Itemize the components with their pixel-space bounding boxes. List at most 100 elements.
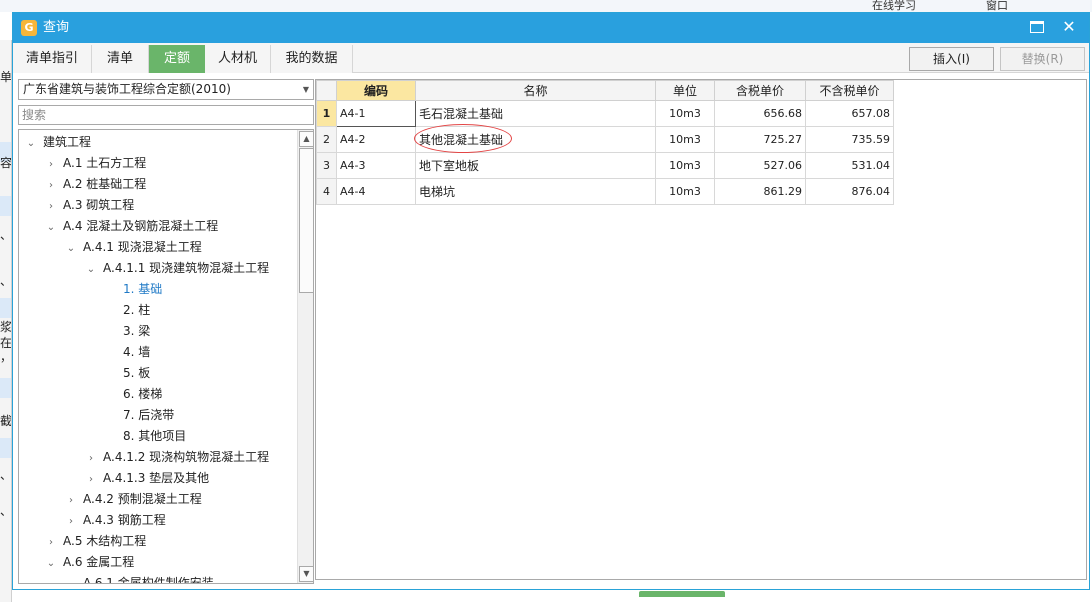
tree-node-label: 3. 梁 xyxy=(123,324,151,338)
row-number[interactable]: 3 xyxy=(316,152,337,179)
tree-node[interactable]: ⌄ A.4.1 现浇混凝土工程 xyxy=(65,237,202,258)
tree-node[interactable]: › A.4.2 预制混凝土工程 xyxy=(65,489,202,510)
chevron-right-icon[interactable]: › xyxy=(45,154,57,175)
tab-labor-material-machine[interactable]: 人材机 xyxy=(205,45,271,73)
cell-code[interactable]: A4-3 xyxy=(336,152,416,179)
row-number[interactable]: 1 xyxy=(316,100,337,127)
column-header-name[interactable]: 名称 xyxy=(415,80,656,101)
close-icon[interactable]: ✕ xyxy=(1059,17,1079,37)
tree-node[interactable]: 6. 楼梯 xyxy=(105,384,162,405)
tree-node[interactable]: › A.5 木结构工程 xyxy=(45,531,146,552)
chevron-down-icon: ▼ xyxy=(302,85,309,94)
tab-my-data[interactable]: 我的数据 xyxy=(271,45,353,73)
tree-node[interactable]: › A.4.1.3 垫层及其他 xyxy=(85,468,209,489)
tree-node[interactable]: ⌄ A.6.1 金属构件制作安装 xyxy=(65,573,214,583)
chevron-right-icon[interactable]: › xyxy=(45,175,57,196)
tree-node[interactable]: ⌄ 建筑工程 xyxy=(25,132,91,153)
row-number[interactable]: 4 xyxy=(316,178,337,205)
background-app-left-edge: 单 容 、 、 浆 在 ， 截 、 、 xyxy=(0,40,12,602)
tree-node[interactable]: 8. 其他项目 xyxy=(105,426,186,447)
tree-node[interactable]: › A.4.1.2 现浇构筑物混凝土工程 xyxy=(85,447,269,468)
tree-node[interactable]: › A.1 土石方工程 xyxy=(45,153,146,174)
quota-library-select[interactable]: 广东省建筑与装饰工程综合定额(2010) ▼ xyxy=(18,79,314,100)
chevron-down-icon[interactable]: ⌄ xyxy=(45,217,57,238)
replace-button[interactable]: 替换(R) xyxy=(1000,47,1085,71)
tree-node[interactable]: ⌄ A.4 混凝土及钢筋混凝土工程 xyxy=(45,216,218,237)
tree-scrollbar[interactable]: ▲ ▼ xyxy=(297,130,313,583)
table-row[interactable]: 3 A4-3 地下室地板 10m3 527.06 531.04 xyxy=(316,152,894,179)
tree-node[interactable]: 5. 板 xyxy=(105,363,150,384)
tree-node-label: 8. 其他项目 xyxy=(123,429,187,443)
search-input[interactable] xyxy=(18,105,314,125)
cell-unit[interactable]: 10m3 xyxy=(655,152,715,179)
background-char: 浆 xyxy=(0,320,12,334)
column-header-price-without-tax[interactable]: 不含税单价 xyxy=(805,80,894,101)
chevron-right-icon[interactable]: › xyxy=(85,469,97,490)
cell-price-without-tax[interactable]: 657.08 xyxy=(805,100,894,127)
tree-node[interactable]: ⌄ A.4.1.1 现浇建筑物混凝土工程 xyxy=(85,258,269,279)
chevron-down-icon[interactable]: ⌄ xyxy=(65,238,77,259)
cell-name[interactable]: 其他混凝土基础 xyxy=(415,126,656,153)
maximize-icon[interactable] xyxy=(1030,21,1044,33)
cell-price-with-tax[interactable]: 725.27 xyxy=(714,126,806,153)
cell-price-with-tax[interactable]: 861.29 xyxy=(714,178,806,205)
cell-name[interactable]: 地下室地板 xyxy=(415,152,656,179)
scrollbar-thumb[interactable] xyxy=(299,148,313,293)
chevron-right-icon[interactable]: › xyxy=(85,448,97,469)
cell-price-without-tax[interactable]: 531.04 xyxy=(805,152,894,179)
tree-node[interactable]: › A.4.3 钢筋工程 xyxy=(65,510,166,531)
tree-node[interactable]: › A.2 桩基础工程 xyxy=(45,174,146,195)
chevron-down-icon[interactable]: ⌄ xyxy=(25,133,37,154)
table-header-row: 编码 名称 单位 含税单价 不含税单价 xyxy=(316,80,894,101)
table-row[interactable]: 2 A4-2 其他混凝土基础 10m3 725.27 735.59 xyxy=(316,126,894,153)
tree-node[interactable]: 2. 柱 xyxy=(105,300,150,321)
cell-code[interactable]: A4-1 xyxy=(336,100,416,127)
online-learning-link[interactable]: 在线学习 xyxy=(872,0,916,12)
scroll-down-icon[interactable]: ▼ xyxy=(299,566,313,582)
cell-price-with-tax[interactable]: 656.68 xyxy=(714,100,806,127)
insert-button[interactable]: 插入(I) xyxy=(909,47,994,71)
tree-node[interactable]: 3. 梁 xyxy=(105,321,150,342)
cell-code[interactable]: A4-4 xyxy=(336,178,416,205)
chevron-down-icon[interactable]: ⌄ xyxy=(65,574,77,583)
column-header-code[interactable]: 编码 xyxy=(336,80,416,101)
tree-node[interactable]: › A.3 砌筑工程 xyxy=(45,195,134,216)
cell-price-without-tax[interactable]: 876.04 xyxy=(805,178,894,205)
cell-unit[interactable]: 10m3 xyxy=(655,126,715,153)
cell-price-without-tax[interactable]: 735.59 xyxy=(805,126,894,153)
row-number[interactable]: 2 xyxy=(316,126,337,153)
cell-name[interactable]: 毛石混凝土基础 xyxy=(415,100,656,127)
table-row[interactable]: 1 A4-1 毛石混凝土基础 10m3 656.68 657.08 xyxy=(316,100,894,127)
dialog-titlebar[interactable]: G 查询 ✕ xyxy=(13,13,1089,43)
window-menu[interactable]: 窗口 xyxy=(986,0,1008,12)
chevron-right-icon[interactable]: › xyxy=(45,196,57,217)
table-row[interactable]: 4 A4-4 电梯坑 10m3 861.29 876.04 xyxy=(316,178,894,205)
background-char: 截 xyxy=(0,414,12,428)
tree-node[interactable]: 4. 墙 xyxy=(105,342,150,363)
cell-unit[interactable]: 10m3 xyxy=(655,100,715,127)
tree-node-label: A.4.1 现浇混凝土工程 xyxy=(83,240,202,254)
cell-name[interactable]: 电梯坑 xyxy=(415,178,656,205)
chevron-down-icon[interactable]: ⌄ xyxy=(85,259,97,280)
tab-list-guide[interactable]: 清单指引 xyxy=(13,45,92,73)
panel-splitter-handle[interactable] xyxy=(639,591,725,597)
column-header-price-with-tax[interactable]: 含税单价 xyxy=(714,80,806,101)
cell-unit[interactable]: 10m3 xyxy=(655,178,715,205)
dialog-title: 查询 xyxy=(43,20,70,35)
tab-quota[interactable]: 定额 xyxy=(149,45,205,73)
scroll-up-icon[interactable]: ▲ xyxy=(299,131,313,147)
chevron-right-icon[interactable]: › xyxy=(65,511,77,532)
cell-code[interactable]: A4-2 xyxy=(336,126,416,153)
chevron-down-icon[interactable]: ⌄ xyxy=(45,553,57,574)
tree-node[interactable]: 1. 基础 xyxy=(105,279,162,300)
chevron-right-icon[interactable]: › xyxy=(45,532,57,553)
tree-node-label: 2. 柱 xyxy=(123,303,151,317)
tree-node-label: 5. 板 xyxy=(123,366,151,380)
tree-node-label: 7. 后浇带 xyxy=(123,408,175,422)
tree-node[interactable]: ⌄ A.6 金属工程 xyxy=(45,552,134,573)
cell-price-with-tax[interactable]: 527.06 xyxy=(714,152,806,179)
chevron-right-icon[interactable]: › xyxy=(65,490,77,511)
tree-node[interactable]: 7. 后浇带 xyxy=(105,405,174,426)
column-header-unit[interactable]: 单位 xyxy=(655,80,715,101)
tab-bill[interactable]: 清单 xyxy=(92,45,149,73)
